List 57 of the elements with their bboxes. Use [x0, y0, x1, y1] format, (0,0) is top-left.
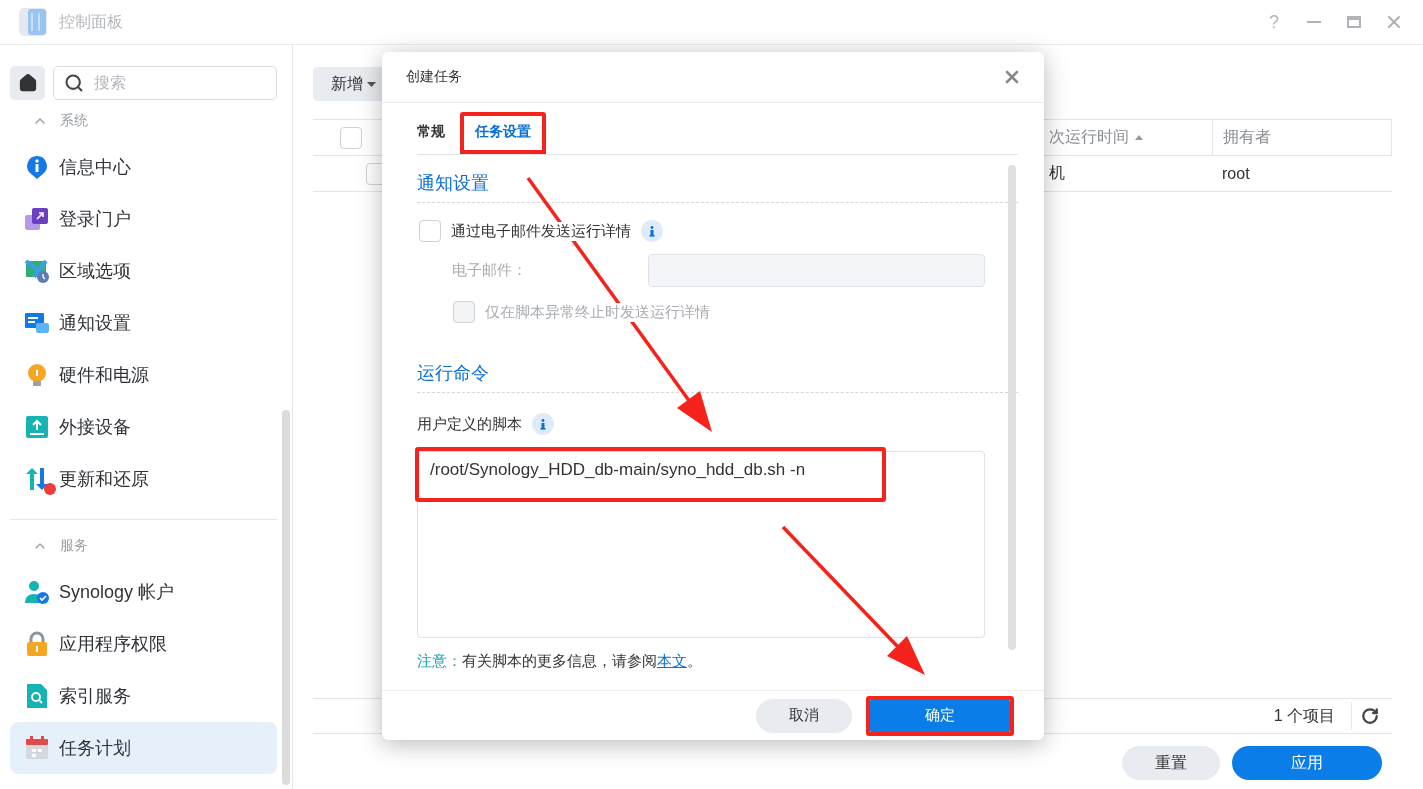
search-field[interactable]: 搜索 — [53, 66, 277, 100]
minimize-icon — [1307, 21, 1321, 23]
table-cell: root — [1222, 164, 1250, 183]
reset-button[interactable]: 重置 — [1122, 746, 1220, 780]
sidebar-item[interactable]: 登录门户 — [10, 193, 277, 245]
section-title: 运行命令 — [417, 353, 1018, 393]
map-clock-icon — [24, 258, 50, 284]
apply-button[interactable]: 应用 — [1232, 746, 1382, 780]
home-button[interactable] — [10, 66, 45, 100]
section-title: 通知设置 — [417, 163, 1018, 203]
tab[interactable]: 常规 — [402, 112, 460, 154]
field-label: 电子邮件： — [452, 261, 528, 280]
section-title: 服务 — [60, 537, 88, 555]
upload-icon — [24, 414, 50, 440]
script-field[interactable]: /root/Synology_HDD_db-main/syno_hdd_db.sh -n — [417, 451, 985, 638]
app-logo — [18, 7, 48, 37]
field-label: 用户定义的脚本 — [417, 414, 522, 434]
sidebar-item[interactable]: 应用程序权限 — [10, 618, 277, 670]
login-icon — [24, 206, 50, 232]
sidebar-item[interactable]: 任务计划 — [10, 722, 277, 774]
info-icon — [24, 154, 50, 180]
cancel-button[interactable]: 取消 — [756, 698, 852, 733]
message-icon — [24, 310, 50, 336]
option-label: 仅在脚本异常终止时发送运行详情 — [485, 302, 710, 322]
scrollbar[interactable] — [1008, 165, 1016, 650]
calendar-icon — [24, 735, 50, 761]
refresh-icon — [1361, 707, 1379, 725]
option-label: 通过电子邮件发送运行详情 — [451, 221, 631, 241]
scrollbar[interactable] — [282, 410, 290, 785]
sidebar-item[interactable]: Synology 帐户 — [10, 566, 277, 618]
sidebar-item[interactable]: 通知设置 — [10, 297, 277, 349]
window-title: 控制面板 — [59, 11, 124, 32]
sidebar-item[interactable]: 外接设备 — [10, 401, 277, 453]
sidebar-item[interactable]: 硬件和电源 — [10, 349, 277, 401]
search-icon — [64, 73, 84, 93]
info-icon[interactable] — [641, 220, 663, 242]
section-title: 系统 — [60, 112, 88, 130]
sidebar-item[interactable]: 索引服务 — [10, 670, 277, 722]
info-icon[interactable] — [532, 413, 554, 435]
sidebar-item[interactable]: 区域选项 — [10, 245, 277, 297]
padlock-icon — [24, 631, 50, 657]
article-link[interactable]: 本文 — [657, 652, 687, 669]
table-cell-text: 机 — [1049, 163, 1065, 183]
checkbox[interactable] — [419, 220, 441, 242]
ok-button[interactable]: 确定 — [870, 698, 1010, 733]
caret-icon — [367, 81, 376, 87]
dialog-title: 创建任务 — [406, 68, 462, 86]
sidebar-item[interactable]: 信息中心 — [10, 141, 277, 193]
note-text: 注意：有关脚本的更多信息，请参阅本文。 — [417, 652, 703, 671]
user-check-icon — [24, 579, 50, 605]
item-count: 1 个项目 — [1273, 702, 1352, 730]
checkbox[interactable] — [340, 126, 362, 149]
sidebar-item[interactable]: 更新和还原 — [10, 453, 277, 505]
tab[interactable]: 任务设置 — [460, 112, 546, 154]
search-document-icon — [24, 683, 50, 709]
home-icon — [17, 73, 38, 93]
maximize-icon — [1347, 16, 1361, 28]
